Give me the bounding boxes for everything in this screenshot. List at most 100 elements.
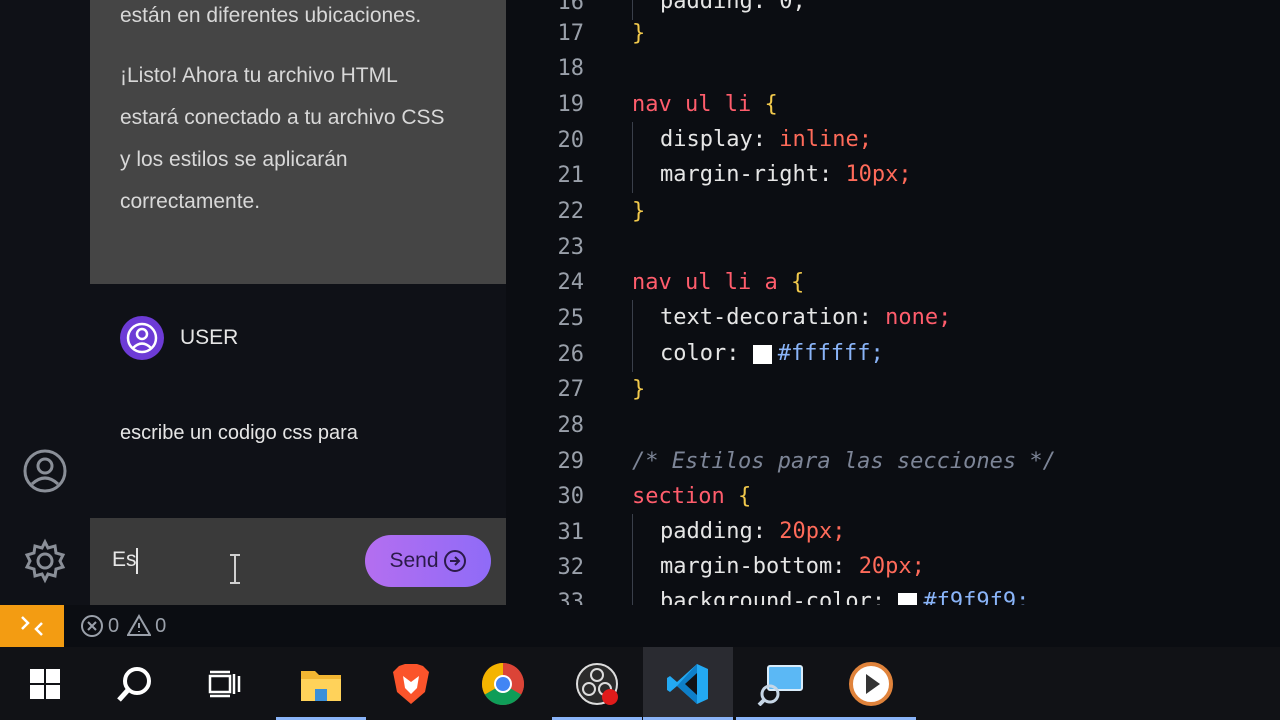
file-explorer-icon[interactable] (276, 647, 366, 720)
code-text: } (632, 20, 646, 46)
css-value: none; (885, 305, 952, 330)
code-line: 18 (506, 50, 1280, 86)
line-number: 16 (557, 0, 585, 15)
code-line: 31 padding: 20px; (506, 514, 1280, 550)
line-number: 20 (557, 127, 585, 153)
code-comment: /* Estilos para las secciones */ (632, 448, 1056, 474)
code-line: 33 background-color: #f9f9f9; (506, 584, 1280, 605)
remote-icon (21, 616, 43, 636)
line-number: 26 (557, 341, 585, 367)
code-text: } (632, 198, 646, 224)
code-line: 27} (506, 371, 1280, 407)
code-line: 30 section { (506, 478, 1280, 514)
remote-button[interactable] (0, 605, 64, 647)
code-line: 32 margin-bottom: 20px; (506, 549, 1280, 585)
vscode-icon[interactable] (643, 647, 733, 720)
line-number: 18 (557, 55, 585, 81)
line-number: 28 (557, 412, 585, 438)
warning-icon (127, 614, 152, 636)
task-view-icon[interactable] (180, 647, 270, 720)
code-brace: { (737, 483, 752, 509)
css-selector: section (632, 483, 725, 509)
code-line: 25 text-decoration: none; (506, 300, 1280, 336)
code-text: padding: 0; (660, 0, 806, 14)
search-icon[interactable] (90, 647, 180, 720)
css-property: padding: (660, 519, 766, 544)
css-value: #ffffff; (777, 341, 884, 366)
css-value: 20px; (858, 554, 925, 579)
line-number: 17 (557, 20, 585, 46)
line-number: 29 (557, 448, 585, 474)
line-number: 23 (557, 234, 585, 260)
line-number: 25 (557, 305, 585, 331)
ibeam-cursor-icon (230, 554, 240, 584)
brave-browser-icon[interactable] (366, 647, 456, 720)
error-count: 0 (108, 614, 120, 637)
line-number: 30 (557, 483, 585, 509)
line-number: 24 (557, 269, 585, 295)
taskbar (0, 647, 1280, 720)
send-button-label: Send (389, 549, 439, 572)
error-icon (81, 615, 103, 637)
css-property: color: (660, 341, 740, 366)
css-value: inline; (779, 127, 872, 152)
assistant-message-line: están en diferentes ubicaciones. (120, 4, 422, 27)
code-brace: { (764, 91, 778, 117)
line-number: 31 (557, 519, 585, 545)
line-number: 27 (557, 376, 585, 402)
user-label: USER (180, 326, 239, 349)
activity-bar (0, 0, 90, 605)
css-value: 20px; (779, 519, 846, 544)
code-line: 19 nav ul li { (506, 86, 1280, 122)
css-value: 10px; (845, 162, 912, 187)
code-line: 23 (506, 229, 1280, 265)
css-property: display: (660, 127, 766, 152)
media-player-icon[interactable] (826, 647, 916, 720)
line-number: 32 (557, 554, 585, 580)
text-caret (136, 548, 138, 574)
user-icon (126, 322, 158, 354)
line-number: 33 (557, 589, 585, 606)
css-property: background-color: (660, 589, 886, 605)
problems-indicator[interactable]: 0 0 (80, 614, 174, 638)
status-bar: 0 0 (0, 605, 1280, 647)
code-line: 21 margin-right: 10px; (506, 157, 1280, 193)
code-line: 24 nav ul li a { (506, 264, 1280, 300)
css-selector: nav ul li a (632, 269, 778, 295)
line-number: 22 (557, 198, 585, 224)
code-line: 17} (506, 15, 1280, 51)
account-icon[interactable] (20, 446, 70, 496)
css-property: margin-bottom: (660, 554, 846, 579)
chat-panel: están en diferentes ubicaciones. ¡Listo!… (90, 0, 506, 605)
code-line: 28 (506, 407, 1280, 443)
windows-start-icon[interactable] (0, 647, 90, 720)
code-text: } (632, 376, 646, 402)
code-brace: { (790, 269, 805, 295)
line-number: 21 (557, 162, 585, 188)
css-property: margin-right: (660, 162, 833, 187)
arrow-right-circle-icon (443, 550, 466, 572)
line-number: 19 (557, 91, 585, 117)
code-line: 20 display: inline; (506, 122, 1280, 158)
gear-icon[interactable] (20, 536, 70, 586)
assistant-message: están en diferentes ubicaciones. ¡Listo!… (90, 0, 506, 284)
chat-input-area: Send (90, 518, 506, 605)
color-swatch[interactable] (898, 592, 918, 605)
code-line: 22} (506, 193, 1280, 229)
assistant-message-paragraph: ¡Listo! Ahora tu archivo HTML estará con… (120, 64, 445, 213)
code-line: 26 color: #ffffff; (506, 336, 1280, 372)
user-header: USER (120, 316, 238, 360)
send-button[interactable]: Send (365, 535, 491, 587)
css-selector: nav ul li (632, 91, 752, 117)
avatar (120, 316, 164, 360)
chrome-icon[interactable] (458, 647, 548, 720)
code-line: 29 /* Estilos para las secciones */ (506, 443, 1280, 479)
network-search-icon[interactable] (736, 647, 826, 720)
obs-icon[interactable] (552, 647, 642, 720)
user-message: escribe un codigo css para (120, 422, 358, 444)
css-value: #f9f9f9; (923, 589, 1030, 605)
warning-count: 0 (155, 614, 167, 637)
color-swatch[interactable] (752, 344, 772, 364)
code-editor[interactable]: 16 padding: 0; 17} 18 19 nav ul li { 20 dis… (506, 0, 1280, 605)
css-property: text-decoration: (660, 305, 872, 330)
